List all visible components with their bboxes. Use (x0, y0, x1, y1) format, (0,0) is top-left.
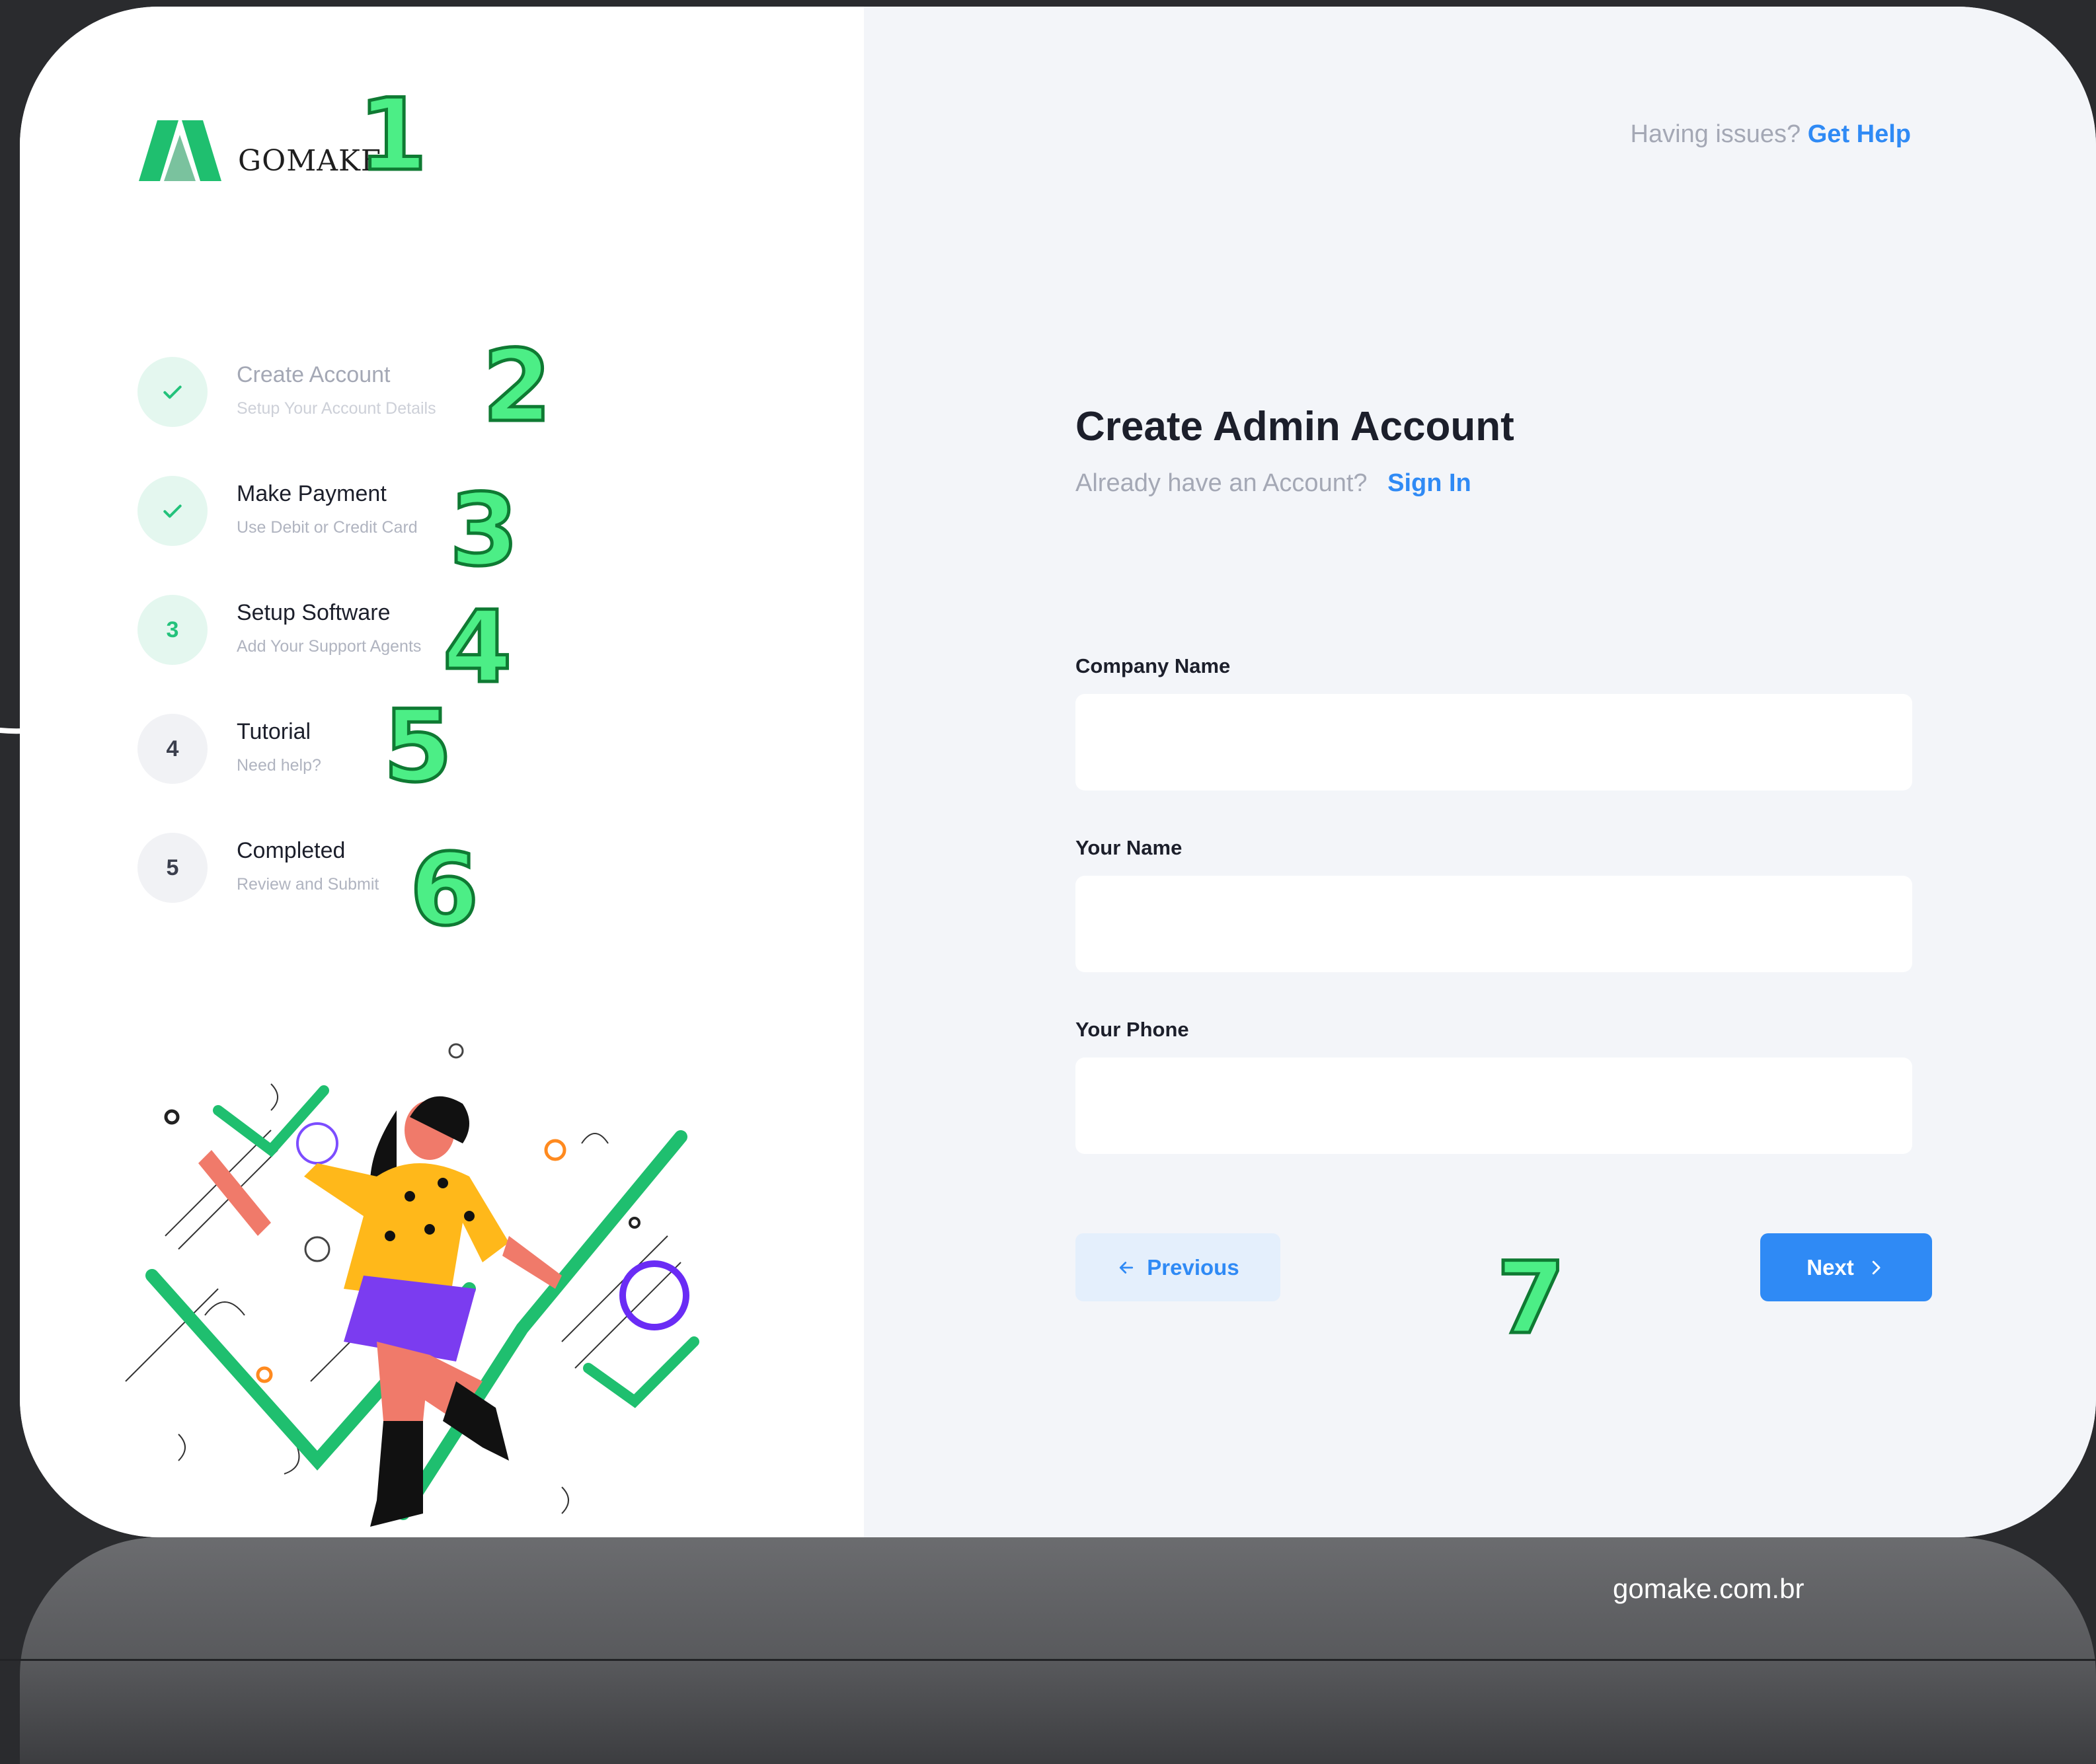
annotation-7: 7 (1494, 1241, 1567, 1356)
your-name-label: Your Name (1075, 836, 1183, 859)
your-phone-label: Your Phone (1075, 1018, 1189, 1041)
annotation-3: 3 (447, 473, 520, 588)
step-number: 3 (137, 595, 208, 665)
your-phone-field[interactable] (1075, 1057, 1912, 1154)
step-title: Create Account (237, 362, 391, 387)
your-name-field[interactable] (1075, 876, 1912, 972)
help-text: Having issues? (1630, 120, 1801, 148)
step-title: Completed (237, 838, 346, 863)
step-title: Setup Software (237, 600, 391, 625)
annotation-5: 5 (381, 689, 453, 804)
next-button[interactable]: Next (1760, 1233, 1932, 1301)
form-title: Create Admin Account (1075, 404, 1514, 449)
get-help-link[interactable]: Get Help (1808, 120, 1911, 148)
sign-in-link[interactable]: Sign In (1387, 469, 1471, 497)
arrow-left-icon (1120, 1261, 1134, 1274)
step-number: 5 (137, 833, 208, 903)
annotation-6: 6 (408, 833, 480, 948)
company-name-label: Company Name (1075, 654, 1231, 677)
help-prompt: Having issues? Get Help (1631, 120, 1912, 149)
signup-card: GOMAKE 1 Create Account Setup Your Accou… (20, 7, 2096, 1537)
previous-button[interactable]: Previous (1075, 1233, 1280, 1301)
divider (0, 1659, 2096, 1661)
celebration-illustration (125, 1043, 699, 1527)
previous-label: Previous (1147, 1254, 1239, 1280)
step-subtitle: Review and Submit (237, 875, 379, 894)
signin-prompt-text: Already have an Account? (1075, 469, 1368, 497)
company-name-field[interactable] (1075, 694, 1912, 790)
gomake-logo-icon (139, 120, 221, 181)
signin-prompt: Already have an Account? Sign In (1075, 469, 1471, 498)
form-panel: Having issues? Get Help Create Admin Acc… (864, 7, 2096, 1537)
progress-panel: GOMAKE 1 Create Account Setup Your Accou… (20, 7, 864, 1537)
footer-url: gomake.com.br (1613, 1573, 1805, 1604)
step-title: Make Payment (237, 481, 387, 506)
chevron-right-icon (1872, 1260, 1881, 1274)
step-subtitle: Need help? (237, 756, 321, 775)
reflection (20, 1537, 2096, 1764)
check-icon (137, 476, 208, 546)
annotation-1: 1 (356, 78, 428, 193)
step-subtitle: Use Debit or Credit Card (237, 518, 418, 537)
step-subtitle: Add Your Support Agents (237, 637, 422, 656)
check-icon (137, 357, 208, 427)
step-number: 4 (137, 714, 208, 784)
annotation-4: 4 (441, 590, 513, 705)
pointer-arrow-icon (0, 685, 132, 734)
next-label: Next (1806, 1254, 1854, 1280)
step-subtitle: Setup Your Account Details (237, 399, 436, 418)
annotation-2: 2 (481, 329, 553, 444)
step-title: Tutorial (237, 719, 311, 744)
